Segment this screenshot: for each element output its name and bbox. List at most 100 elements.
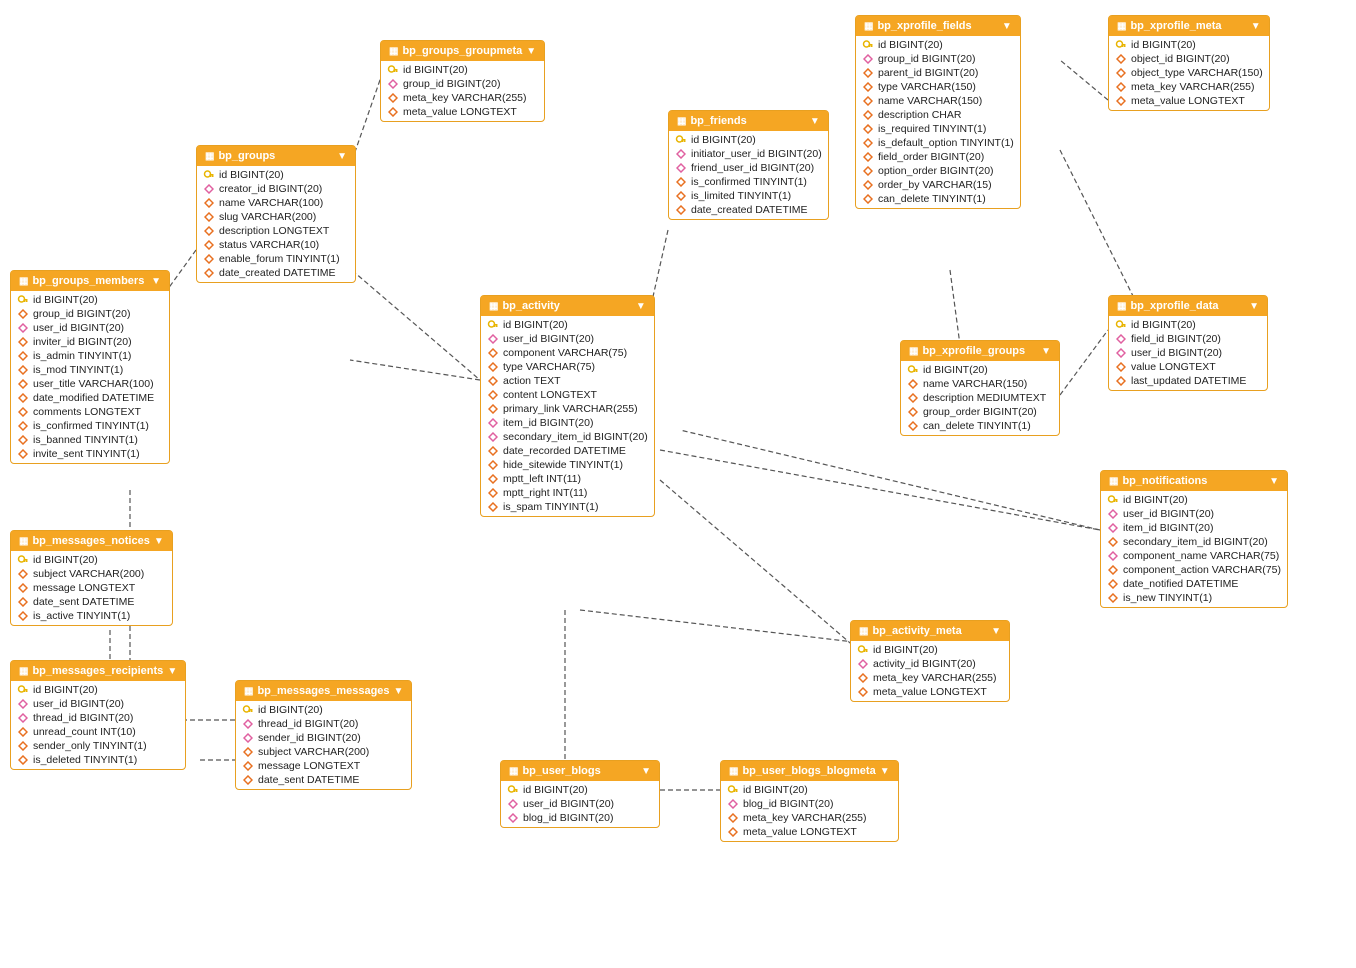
field-row: meta_key VARCHAR(255) bbox=[1109, 80, 1269, 94]
field-row: id BIGINT(20) bbox=[1109, 38, 1269, 52]
table-header-bp_friends[interactable]: ▦bp_friends▼ bbox=[669, 111, 828, 131]
fk-icon bbox=[507, 798, 519, 810]
table-header-bp_activity_meta[interactable]: ▦bp_activity_meta▼ bbox=[851, 621, 1009, 641]
field-icon bbox=[242, 746, 254, 758]
field-row: is_spam TINYINT(1) bbox=[481, 500, 654, 514]
field-icon bbox=[1115, 81, 1127, 93]
field-row: group_id BIGINT(20) bbox=[856, 52, 1020, 66]
table-arrow-bp_friends[interactable]: ▼ bbox=[810, 116, 820, 127]
table-arrow-bp_xprofile_groups[interactable]: ▼ bbox=[1041, 346, 1051, 357]
field-text: meta_key VARCHAR(255) bbox=[873, 672, 997, 684]
table-header-bp_notifications[interactable]: ▦bp_notifications▼ bbox=[1101, 471, 1287, 491]
key-icon bbox=[675, 134, 687, 146]
er-diagram-canvas: ▦bp_groups▼id BIGINT(20)creator_id BIGIN… bbox=[0, 0, 1356, 968]
field-row: is_admin TINYINT(1) bbox=[11, 349, 169, 363]
field-row: sender_id BIGINT(20) bbox=[236, 731, 411, 745]
table-arrow-bp_activity[interactable]: ▼ bbox=[636, 301, 646, 312]
table-header-bp_user_blogs[interactable]: ▦bp_user_blogs▼ bbox=[501, 761, 659, 781]
table-header-bp_user_blogs_blogmeta[interactable]: ▦bp_user_blogs_blogmeta▼ bbox=[721, 761, 898, 781]
table-arrow-bp_groups_groupmeta[interactable]: ▼ bbox=[526, 46, 536, 57]
field-text: id BIGINT(20) bbox=[743, 784, 808, 796]
field-icon bbox=[242, 774, 254, 786]
field-text: invite_sent TINYINT(1) bbox=[33, 448, 140, 460]
field-text: creator_id BIGINT(20) bbox=[219, 183, 322, 195]
table-icon-bp_xprofile_groups: ▦ bbox=[909, 346, 918, 357]
table-arrow-bp_notifications[interactable]: ▼ bbox=[1269, 476, 1279, 487]
fk-icon bbox=[507, 812, 519, 824]
field-row: inviter_id BIGINT(20) bbox=[11, 335, 169, 349]
fk-icon bbox=[675, 162, 687, 174]
table-header-bp_groups[interactable]: ▦bp_groups▼ bbox=[197, 146, 355, 166]
table-arrow-bp_messages_recipients[interactable]: ▼ bbox=[167, 666, 177, 677]
field-row: id BIGINT(20) bbox=[197, 168, 355, 182]
table-arrow-bp_xprofile_meta[interactable]: ▼ bbox=[1251, 21, 1261, 32]
field-icon bbox=[17, 392, 29, 404]
table-arrow-bp_xprofile_data[interactable]: ▼ bbox=[1249, 301, 1259, 312]
field-icon bbox=[862, 123, 874, 135]
key-icon bbox=[203, 169, 215, 181]
field-icon bbox=[675, 176, 687, 188]
table-header-bp_groups_members[interactable]: ▦bp_groups_members▼ bbox=[11, 271, 169, 291]
table-arrow-bp_user_blogs_blogmeta[interactable]: ▼ bbox=[880, 766, 890, 777]
table-arrow-bp_activity_meta[interactable]: ▼ bbox=[991, 626, 1001, 637]
fk-icon bbox=[1115, 347, 1127, 359]
field-row: component VARCHAR(75) bbox=[481, 346, 654, 360]
key-icon bbox=[907, 364, 919, 376]
table-header-bp_messages_messages[interactable]: ▦bp_messages_messages▼ bbox=[236, 681, 411, 701]
field-text: id BIGINT(20) bbox=[33, 684, 98, 696]
field-text: field_order BIGINT(20) bbox=[878, 151, 984, 163]
field-row: invite_sent TINYINT(1) bbox=[11, 447, 169, 461]
table-arrow-bp_user_blogs[interactable]: ▼ bbox=[641, 766, 651, 777]
fk-icon bbox=[862, 53, 874, 65]
field-row: hide_sitewide TINYINT(1) bbox=[481, 458, 654, 472]
fk-icon bbox=[487, 333, 499, 345]
field-text: secondary_item_id BIGINT(20) bbox=[503, 431, 648, 443]
table-arrow-bp_groups[interactable]: ▼ bbox=[337, 151, 347, 162]
table-body-bp_xprofile_fields: id BIGINT(20)group_id BIGINT(20)parent_i… bbox=[856, 36, 1020, 208]
field-text: user_id BIGINT(20) bbox=[503, 333, 594, 345]
field-text: type VARCHAR(150) bbox=[878, 81, 976, 93]
table-header-bp_messages_recipients[interactable]: ▦bp_messages_recipients▼ bbox=[11, 661, 185, 681]
field-text: mptt_right INT(11) bbox=[503, 487, 587, 499]
table-bp_messages_messages: ▦bp_messages_messages▼id BIGINT(20)threa… bbox=[235, 680, 412, 790]
field-row: group_id BIGINT(20) bbox=[11, 307, 169, 321]
table-arrow-bp_messages_notices[interactable]: ▼ bbox=[154, 536, 164, 547]
field-row: is_confirmed TINYINT(1) bbox=[669, 175, 828, 189]
field-row: slug VARCHAR(200) bbox=[197, 210, 355, 224]
table-arrow-bp_messages_messages[interactable]: ▼ bbox=[394, 686, 404, 697]
table-body-bp_xprofile_meta: id BIGINT(20)object_id BIGINT(20)object_… bbox=[1109, 36, 1269, 110]
field-text: sender_only TINYINT(1) bbox=[33, 740, 147, 752]
field-icon bbox=[727, 812, 739, 824]
field-row: is_active TINYINT(1) bbox=[11, 609, 172, 623]
table-arrow-bp_xprofile_fields[interactable]: ▼ bbox=[1002, 21, 1012, 32]
field-row: secondary_item_id BIGINT(20) bbox=[1101, 535, 1287, 549]
table-body-bp_messages_messages: id BIGINT(20)thread_id BIGINT(20)sender_… bbox=[236, 701, 411, 789]
field-text: slug VARCHAR(200) bbox=[219, 211, 316, 223]
table-title-bp_groups: bp_groups bbox=[218, 150, 275, 162]
field-row: date_modified DATETIME bbox=[11, 391, 169, 405]
key-icon bbox=[857, 644, 869, 656]
field-icon bbox=[203, 197, 215, 209]
table-bp_activity_meta: ▦bp_activity_meta▼id BIGINT(20)activity_… bbox=[850, 620, 1010, 702]
field-row: user_title VARCHAR(100) bbox=[11, 377, 169, 391]
table-title-bp_xprofile_groups: bp_xprofile_groups bbox=[922, 345, 1025, 357]
table-header-bp_activity[interactable]: ▦bp_activity▼ bbox=[481, 296, 654, 316]
table-header-bp_messages_notices[interactable]: ▦bp_messages_notices▼ bbox=[11, 531, 172, 551]
field-row: description CHAR bbox=[856, 108, 1020, 122]
table-arrow-bp_groups_members[interactable]: ▼ bbox=[151, 276, 161, 287]
table-header-bp_xprofile_data[interactable]: ▦bp_xprofile_data▼ bbox=[1109, 296, 1267, 316]
field-row: id BIGINT(20) bbox=[481, 318, 654, 332]
table-title-bp_groups_members: bp_groups_members bbox=[32, 275, 144, 287]
table-header-bp_xprofile_groups[interactable]: ▦ bp_xprofile_groups ▼ bbox=[901, 341, 1059, 361]
table-header-bp_xprofile_meta[interactable]: ▦bp_xprofile_meta▼ bbox=[1109, 16, 1269, 36]
field-text: meta_key VARCHAR(255) bbox=[743, 812, 867, 824]
field-text: object_id BIGINT(20) bbox=[1131, 53, 1230, 65]
field-icon bbox=[862, 81, 874, 93]
table-header-bp_groups_groupmeta[interactable]: ▦bp_groups_groupmeta▼ bbox=[381, 41, 544, 61]
field-text: id BIGINT(20) bbox=[1131, 319, 1196, 331]
field-icon bbox=[17, 336, 29, 348]
field-text: message LONGTEXT bbox=[33, 582, 135, 594]
field-icon bbox=[387, 92, 399, 104]
table-title-bp_groups_groupmeta: bp_groups_groupmeta bbox=[402, 45, 522, 57]
table-header-bp_xprofile_fields[interactable]: ▦bp_xprofile_fields▼ bbox=[856, 16, 1020, 36]
